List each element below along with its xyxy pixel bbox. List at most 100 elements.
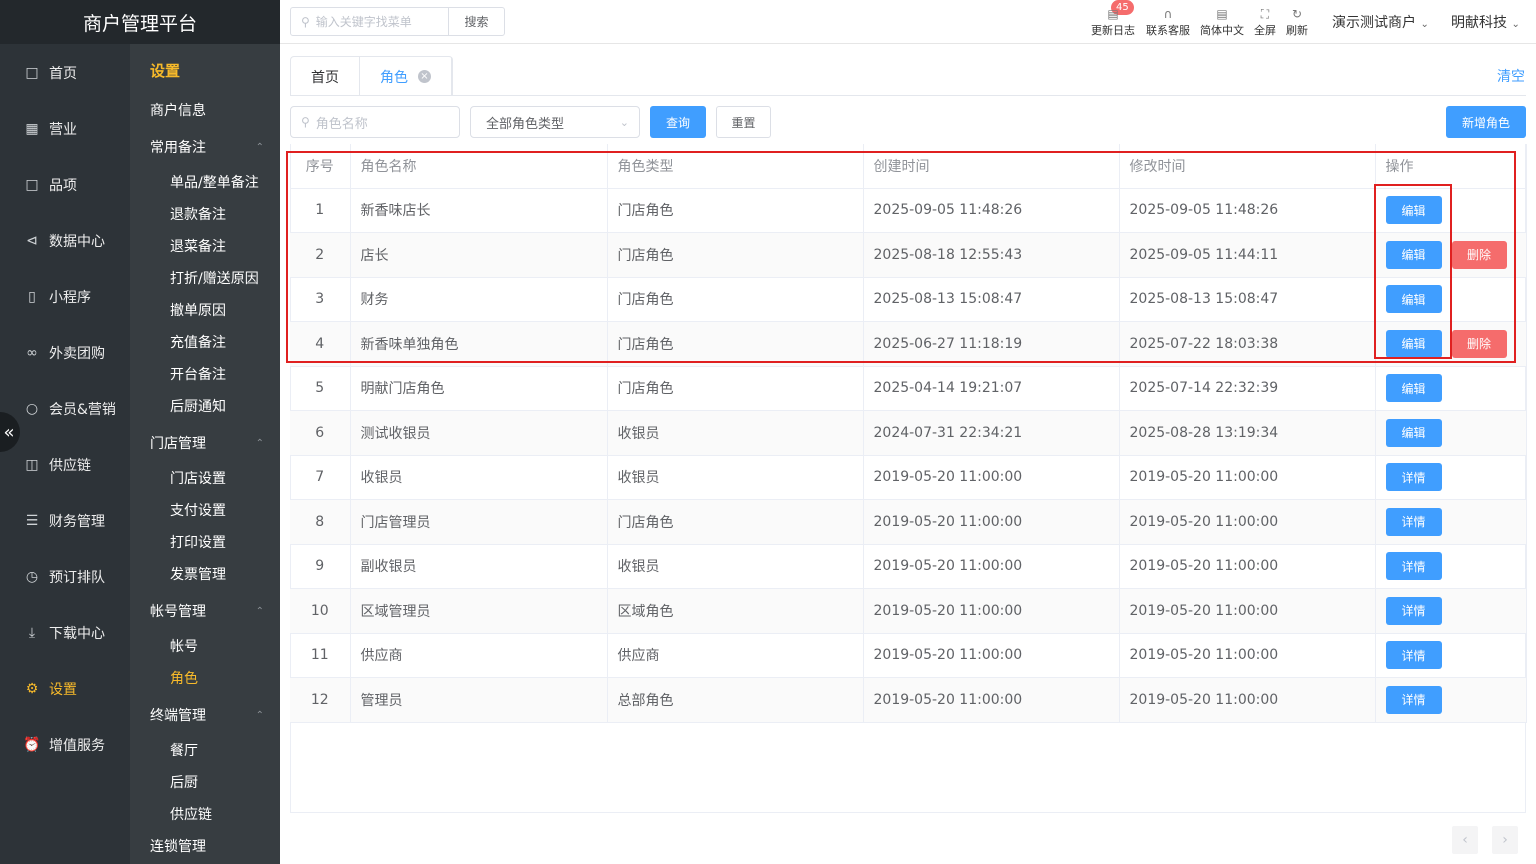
close-icon[interactable]: ×	[418, 70, 431, 83]
cell-created: 2025-08-18 12:55:43	[863, 232, 1120, 278]
menu-search-input[interactable]: ⚲ 输入关键字找菜单	[291, 8, 449, 35]
submenu-item-1-2[interactable]: 打印设置	[130, 526, 280, 558]
submenu-group-1-label: 门店管理	[150, 436, 206, 452]
submenu-item-0-0[interactable]: 单品/整单备注	[130, 166, 280, 198]
submenu-title: 设置	[130, 54, 280, 86]
cell-no: 5	[290, 366, 351, 411]
menu-search-button[interactable]: 搜索	[449, 13, 504, 30]
cell-created: 2024-07-31 22:34:21	[863, 410, 1120, 456]
submenu-chain[interactable]: 连锁管理	[130, 830, 280, 862]
submenu-item-0-3[interactable]: 打折/赠送原因	[130, 262, 280, 294]
submenu-item-0-5[interactable]: 充值备注	[130, 326, 280, 358]
prev-page-button[interactable]: ‹	[1452, 826, 1478, 854]
top-action-1[interactable]: ∩ 联系客服	[1144, 6, 1192, 38]
sidebar-item-7[interactable]: ◫ 供应链	[0, 437, 130, 493]
cell-created: 2019-05-20 11:00:00	[863, 455, 1120, 500]
submenu-item-1-0[interactable]: 门店设置	[130, 462, 280, 494]
detail-button[interactable]: 详情	[1385, 596, 1442, 625]
edit-button[interactable]: 编辑	[1385, 374, 1442, 403]
submenu-group-2[interactable]: 帐号管理 ⌃	[130, 595, 280, 627]
submenu-item-2-0[interactable]: 帐号	[130, 630, 280, 662]
sidebar-item-9[interactable]: ◷ 预订排队	[0, 549, 130, 605]
submenu-group-3[interactable]: 终端管理 ⌃	[130, 699, 280, 731]
submenu-item-0-6[interactable]: 开台备注	[130, 358, 280, 390]
submenu-item-0-1[interactable]: 退款备注	[130, 198, 280, 230]
sidebar-item-label: 财务管理	[49, 514, 105, 530]
detail-button[interactable]: 详情	[1385, 507, 1442, 536]
top-action-2[interactable]: ▤ 简体中文	[1198, 6, 1246, 38]
tab-home[interactable]: 首页	[291, 57, 360, 96]
headset-icon: ∩	[1163, 7, 1173, 21]
top-action-label: 刷新	[1286, 24, 1308, 37]
submenu-item-0-7-label: 后厨通知	[170, 399, 226, 415]
cell-created: 2025-08-13 15:08:47	[863, 277, 1120, 322]
detail-button[interactable]: 详情	[1385, 641, 1442, 670]
submenu-item-1-2-label: 打印设置	[170, 535, 226, 551]
edit-button[interactable]: 编辑	[1385, 285, 1442, 314]
detail-button[interactable]: 详情	[1385, 685, 1442, 714]
sidebar-item-8[interactable]: ☰ 财务管理	[0, 493, 130, 549]
delete-button[interactable]: 删除	[1451, 329, 1507, 358]
edit-button[interactable]: 编辑	[1385, 329, 1442, 358]
detail-button[interactable]: 详情	[1385, 552, 1442, 581]
submenu-item-0-4[interactable]: 撤单原因	[130, 294, 280, 326]
top-action-4[interactable]: ↻ 刷新	[1273, 6, 1321, 38]
submenu-item-3-1[interactable]: 后厨	[130, 766, 280, 798]
cell-no: 4	[290, 321, 351, 367]
role-type-select[interactable]: 全部角色类型 ⌄	[470, 106, 640, 138]
submenu-item-0-7[interactable]: 后厨通知	[130, 390, 280, 422]
translate-icon: ▤	[1216, 7, 1228, 21]
submenu-item-3-0[interactable]: 餐厅	[130, 734, 280, 766]
role-name-input[interactable]: ⚲ 角色名称	[290, 106, 460, 138]
submenu-merchant-info-label: 商户信息	[150, 103, 206, 119]
cell-actions: 详情	[1375, 544, 1527, 589]
sidebar-item-12[interactable]: ⏰ 增值服务	[0, 717, 130, 773]
top-action-0[interactable]: ▤ 更新日志	[1089, 6, 1137, 38]
submenu-chain-label: 连锁管理	[150, 839, 206, 855]
tab-role[interactable]: 角色 ×	[360, 57, 452, 96]
sidebar-item-5[interactable]: ∞ 外卖团购	[0, 325, 130, 381]
reset-button[interactable]: 重置	[716, 106, 771, 138]
role-type-value: 全部角色类型	[486, 116, 565, 132]
cell-actions: 编辑	[1375, 277, 1527, 322]
submenu-item-1-3[interactable]: 发票管理	[130, 558, 280, 590]
log-icon: ▤	[1107, 7, 1119, 21]
search-icon: ⚲	[301, 115, 310, 129]
query-button[interactable]: 查询	[650, 106, 706, 138]
menu-search: ⚲ 输入关键字找菜单 搜索	[290, 7, 505, 36]
sidebar-item-label: 增值服务	[49, 738, 105, 754]
submenu-group-0[interactable]: 常用备注 ⌃	[130, 131, 280, 163]
cell-type: 门店角色	[607, 232, 864, 278]
cell-type: 收银员	[607, 455, 864, 500]
role-table: 序号 角色名称 角色类型 创建时间 修改时间 操作 1 新香味店长 门店角色 2025-09-0…	[290, 144, 1527, 723]
table-row: 2 店长 门店角色 2025-08-18 12:55:43 2025-09-05 11:…	[290, 232, 1527, 278]
sidebar-item-0[interactable]: □ 首页	[0, 45, 130, 101]
merchant-select[interactable]: 演示测试商户 ⌄	[1332, 12, 1429, 32]
submenu-item-1-1[interactable]: 支付设置	[130, 494, 280, 526]
edit-button[interactable]: 编辑	[1385, 196, 1442, 225]
sidebar-item-label: 数据中心	[49, 234, 105, 250]
delete-button[interactable]: 删除	[1451, 240, 1507, 269]
sidebar-item-4[interactable]: ▯ 小程序	[0, 269, 130, 325]
next-page-button[interactable]: ›	[1492, 826, 1518, 854]
submenu-item-3-2-label: 供应链	[170, 807, 212, 823]
edit-button[interactable]: 编辑	[1385, 418, 1442, 447]
detail-button[interactable]: 详情	[1385, 463, 1442, 492]
sidebar-item-1[interactable]: ▦ 营业	[0, 101, 130, 157]
submenu-merchant-info[interactable]: 商户信息	[130, 94, 280, 126]
submenu-item-0-2[interactable]: 退菜备注	[130, 230, 280, 262]
submenu-group-1[interactable]: 门店管理 ⌃	[130, 427, 280, 459]
cell-type: 门店角色	[607, 188, 864, 233]
add-role-button[interactable]: 新增角色	[1446, 106, 1526, 138]
clear-tabs-link[interactable]: 清空	[1497, 66, 1525, 86]
cell-actions: 编辑	[1375, 188, 1527, 233]
company-select[interactable]: 明献科技 ⌄	[1451, 12, 1520, 32]
submenu-item-2-1[interactable]: 角色	[130, 662, 280, 694]
tab-role-label: 角色	[380, 69, 408, 86]
sidebar-item-10[interactable]: ⤓ 下载中心	[0, 605, 130, 661]
sidebar-item-3[interactable]: ⊲ 数据中心	[0, 213, 130, 269]
sidebar-item-2[interactable]: □ 品项	[0, 157, 130, 213]
sidebar-item-11[interactable]: ⚙ 设置	[0, 661, 130, 717]
submenu-item-3-2[interactable]: 供应链	[130, 798, 280, 830]
edit-button[interactable]: 编辑	[1385, 240, 1442, 269]
